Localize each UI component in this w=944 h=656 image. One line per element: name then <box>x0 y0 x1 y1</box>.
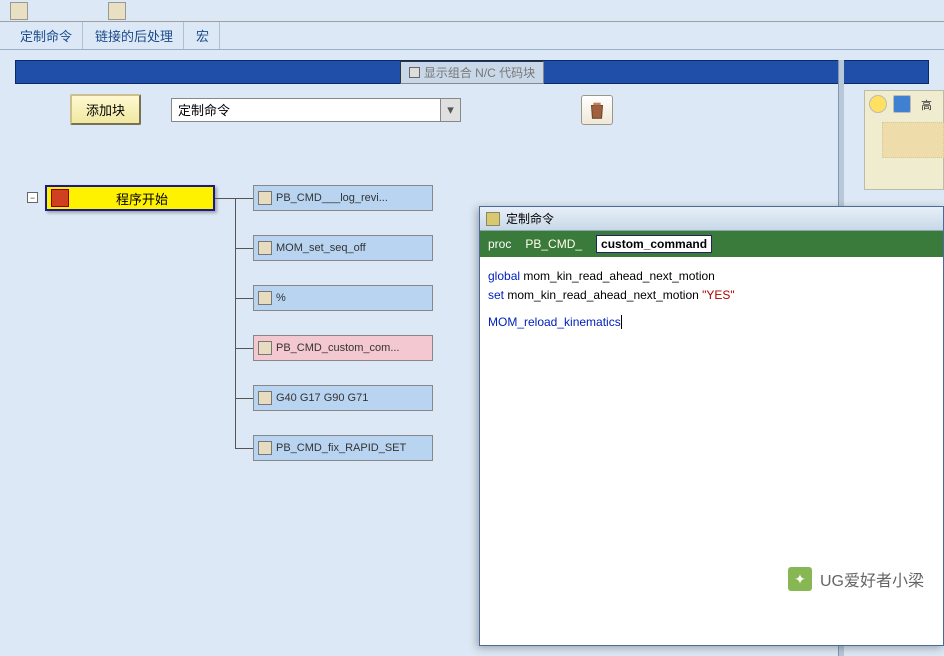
checkbox-label: 显示组合 N/C 代码块 <box>424 64 535 81</box>
combo-value: 定制命令 <box>178 100 230 119</box>
watermark: ✦ UG爱好者小梁 <box>788 567 924 591</box>
wechat-icon: ✦ <box>788 567 812 591</box>
block-label: PB_CMD___log_revi... <box>276 192 388 204</box>
side-text: 高 <box>917 95 936 115</box>
block-mom-set-seq-off[interactable]: MOM_set_seq_off <box>253 235 433 261</box>
toolbar-icon-1[interactable] <box>10 2 28 20</box>
collapse-icon[interactable]: − <box>27 192 38 203</box>
show-nc-code-bar: 显示组合 N/C 代码块 <box>15 60 929 84</box>
emoji-icon[interactable] <box>869 95 887 113</box>
connector <box>235 398 253 399</box>
connector <box>235 198 236 448</box>
block-pb-cmd-log-revi[interactable]: PB_CMD___log_revi... <box>253 185 433 211</box>
block-icon <box>258 241 272 255</box>
block-pb-cmd-custom-com[interactable]: PB_CMD_custom_com... <box>253 335 433 361</box>
block-percent[interactable]: % <box>253 285 433 311</box>
main-area: 显示组合 N/C 代码块 添加块 定制命令 ▾ − 程序开始 PB_CMD___… <box>0 60 944 606</box>
word-icon[interactable] <box>893 95 911 113</box>
block-icon <box>258 341 272 355</box>
editor-title: 定制命令 <box>506 210 554 227</box>
proc-name-input[interactable]: custom_command <box>596 235 712 253</box>
block-icon <box>258 191 272 205</box>
toolbar-icon-2[interactable] <box>108 2 126 20</box>
add-block-button[interactable]: 添加块 <box>70 94 141 125</box>
tab-custom-command[interactable]: 定制命令 <box>10 22 83 49</box>
connector <box>235 348 253 349</box>
connector <box>235 248 253 249</box>
block-icon <box>258 391 272 405</box>
connector <box>235 448 253 449</box>
watermark-text: UG爱好者小梁 <box>820 567 924 591</box>
string-literal: "YES" <box>702 288 735 302</box>
start-node-icon <box>51 189 69 207</box>
tab-row: 定制命令 链接的后处理 宏 <box>0 22 944 50</box>
block-type-combo[interactable]: 定制命令 ▾ <box>171 98 461 122</box>
tab-link-postprocess[interactable]: 链接的后处理 <box>85 22 184 49</box>
block-icon <box>258 291 272 305</box>
top-toolbar <box>0 0 944 22</box>
trash-icon <box>586 99 608 121</box>
text-cursor <box>621 315 622 329</box>
kw-set: set <box>488 288 504 302</box>
block-label: PB_CMD_custom_com... <box>276 342 399 354</box>
block-label: PB_CMD_fix_RAPID_SET <box>276 442 406 454</box>
control-row: 添加块 定制命令 ▾ <box>0 84 944 125</box>
block-icon <box>258 441 272 455</box>
window-icon <box>486 212 500 226</box>
start-node-label: 程序开始 <box>75 189 209 208</box>
proc-keyword: proc <box>488 237 511 251</box>
block-label: % <box>276 292 286 304</box>
checkbox-icon <box>409 67 420 78</box>
block-label: MOM_set_seq_off <box>276 242 366 254</box>
trash-button[interactable] <box>581 95 613 125</box>
kw-global: global <box>488 269 520 283</box>
connector <box>235 298 253 299</box>
code-call: MOM_reload_kinematics <box>488 315 621 329</box>
code-text: mom_kin_read_ahead_next_motion <box>520 269 715 283</box>
block-label: G40 G17 G90 G71 <box>276 392 368 404</box>
block-pb-cmd-fix-rapid-set[interactable]: PB_CMD_fix_RAPID_SET <box>253 435 433 461</box>
proc-header: proc PB_CMD_ custom_command <box>480 231 943 257</box>
proc-prefix: PB_CMD_ <box>525 237 582 251</box>
show-nc-code-checkbox[interactable]: 显示组合 N/C 代码块 <box>400 61 544 84</box>
background-note-peek <box>882 122 944 158</box>
combo-dropdown-icon[interactable]: ▾ <box>440 99 460 121</box>
program-start-node[interactable]: 程序开始 <box>45 185 215 211</box>
connector <box>215 198 235 199</box>
connector <box>235 198 253 199</box>
code-text: mom_kin_read_ahead_next_motion <box>504 288 702 302</box>
tab-macro[interactable]: 宏 <box>186 22 220 49</box>
block-g40-g17-g90-g71[interactable]: G40 G17 G90 G71 <box>253 385 433 411</box>
editor-titlebar[interactable]: 定制命令 <box>480 207 943 231</box>
